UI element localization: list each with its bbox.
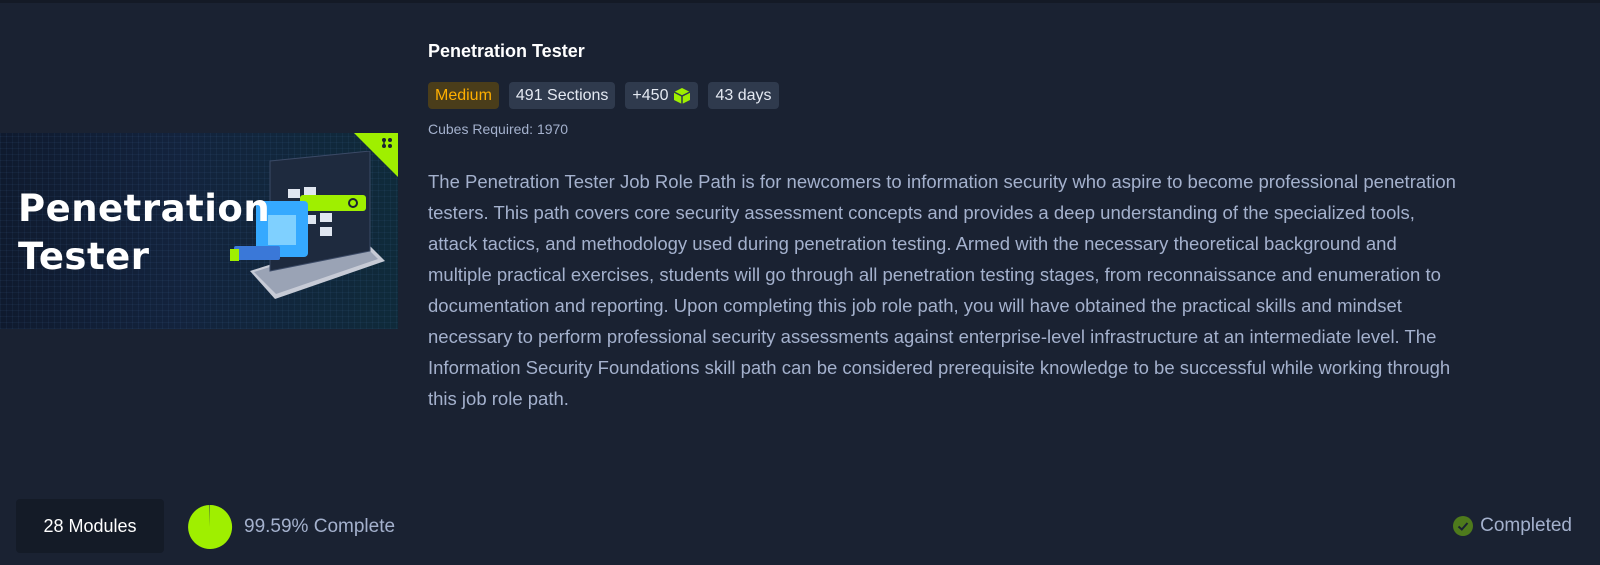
cubes-label: +450 xyxy=(632,86,669,104)
difficulty-label: Medium xyxy=(435,86,492,104)
completion-status: Completed xyxy=(1452,515,1572,537)
sections-badge: 491 Sections xyxy=(508,82,616,109)
cube-icon xyxy=(674,87,691,104)
banner-title-line-1: Penetration xyxy=(18,187,271,230)
status-label: Completed xyxy=(1480,515,1572,536)
duration-label: 43 days xyxy=(715,86,772,104)
path-title[interactable]: Penetration Tester xyxy=(428,41,585,62)
cubes-required-text: Cubes Required: 1970 xyxy=(428,121,569,137)
path-icon xyxy=(381,137,393,152)
progress-indicator: 99.59% Complete xyxy=(187,504,395,550)
modules-count-label: 28 Modules xyxy=(43,515,137,536)
check-circle-icon xyxy=(1453,516,1474,536)
duration-badge: 43 days xyxy=(708,82,779,109)
path-badges: Medium 491 Sections +450 43 days xyxy=(428,82,779,109)
sections-label: 491 Sections xyxy=(515,86,609,104)
progress-pie-chart xyxy=(188,504,233,549)
path-card[interactable]: Penetration Tester Penetration Tester Me… xyxy=(0,0,1600,565)
path-banner-image[interactable]: Penetration Tester xyxy=(0,133,398,329)
banner-title-line-2: Tester xyxy=(18,235,150,278)
cubes-badge: +450 xyxy=(625,82,699,109)
progress-text: 99.59% Complete xyxy=(244,516,396,537)
path-description: The Penetration Tester Job Role Path is … xyxy=(428,171,1456,409)
difficulty-badge: Medium xyxy=(428,82,499,109)
modules-count-button[interactable]: 28 Modules xyxy=(16,499,164,553)
progress-pie-fill xyxy=(188,504,233,549)
